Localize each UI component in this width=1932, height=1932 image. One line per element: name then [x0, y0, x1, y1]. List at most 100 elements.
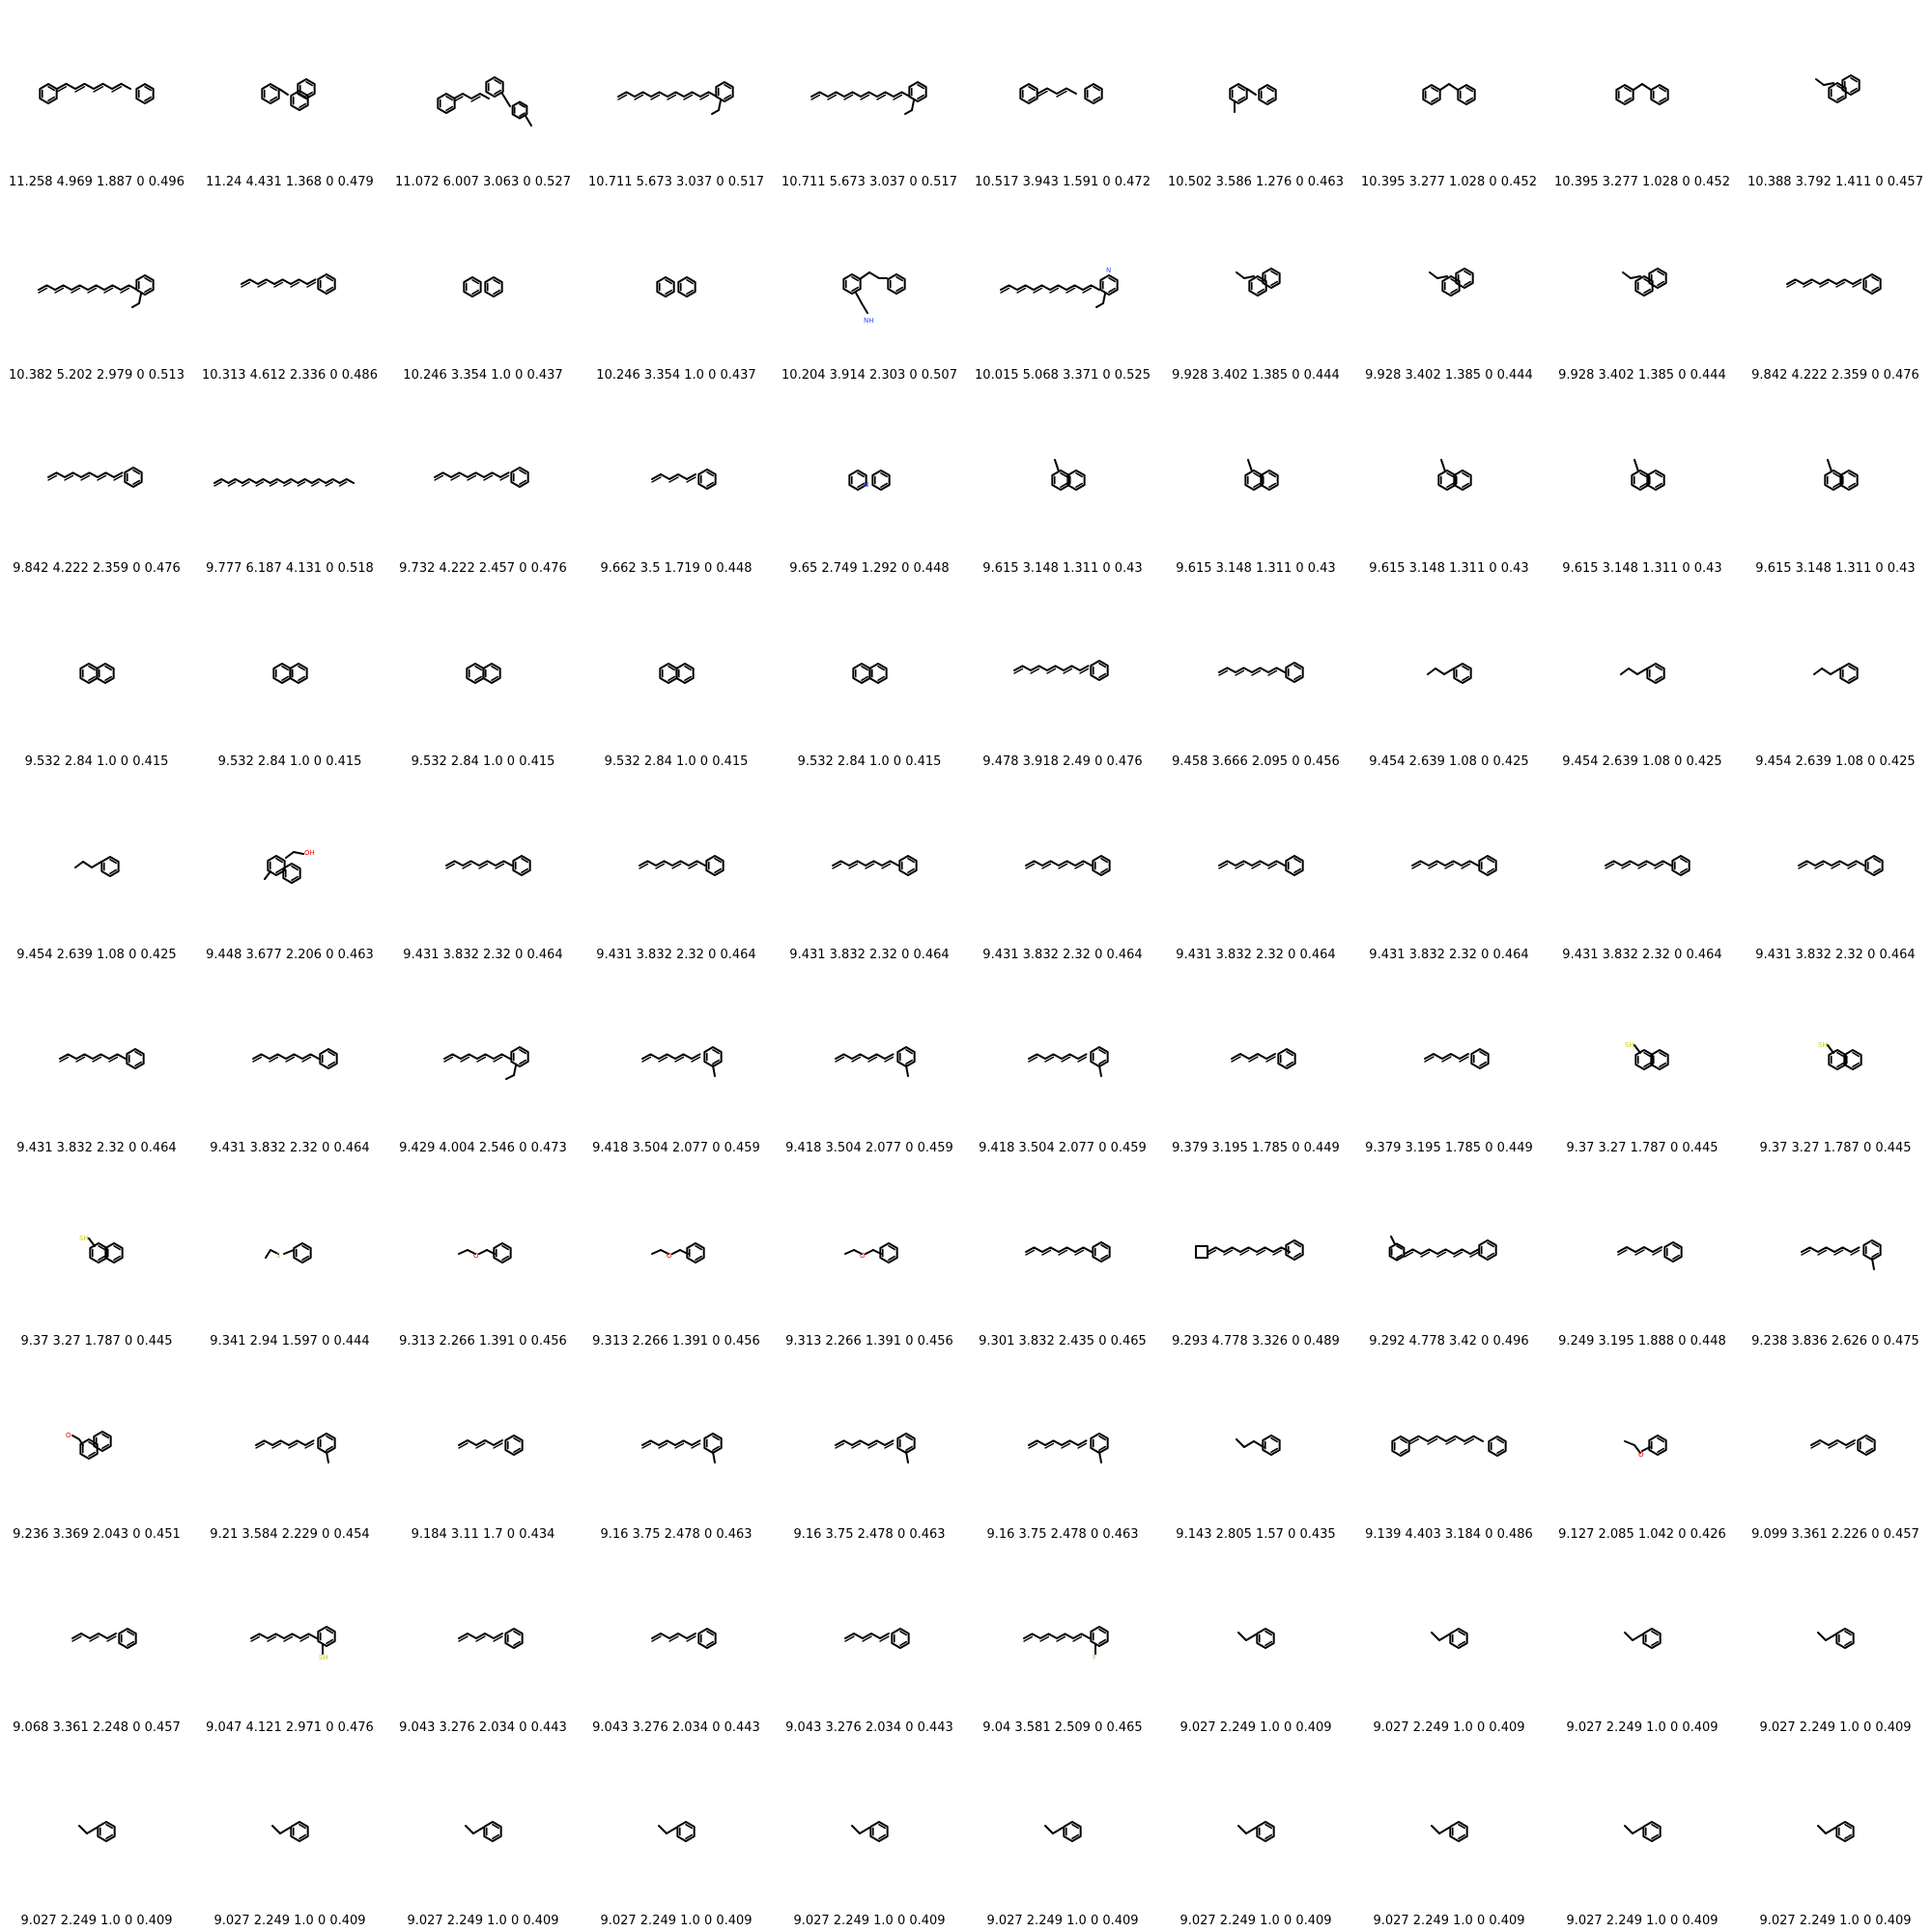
molecule-caption: 9.236 3.369 2.043 0 0.451: [13, 1527, 181, 1542]
molecule-cell: SH 9.37 3.27 1.787 0 0.445: [1739, 966, 1932, 1159]
molecule-cell: 9.454 2.639 1.08 0 0.425: [1352, 580, 1546, 773]
molecule-caption: 9.068 3.361 2.248 0 0.457: [13, 1720, 181, 1735]
molecule-cell: 9.293 4.778 3.326 0 0.489: [1159, 1159, 1352, 1352]
molecule-structure: [1624, 1821, 1662, 1842]
molecule-cell: 9.16 3.75 2.478 0 0.463: [966, 1352, 1159, 1546]
molecule-structure: [1431, 1628, 1468, 1649]
molecule-structure: S: [265, 1242, 312, 1264]
molecule-structure: [39, 82, 155, 104]
molecule-structure: [659, 663, 695, 684]
molecule-cell: 11.24 4.431 1.368 0 0.479: [193, 0, 386, 193]
molecule-structure: [1786, 273, 1882, 295]
molecule-structure: [241, 273, 336, 295]
molecule-cell: 9.043 3.276 2.034 0 0.443: [386, 1546, 580, 1739]
molecule-structure: [1605, 855, 1690, 876]
molecule-structure: [1620, 663, 1665, 684]
molecule-caption: 9.043 3.276 2.034 0 0.443: [785, 1720, 953, 1735]
molecule-structure: [1028, 1433, 1109, 1463]
svg-text:O: O: [860, 1252, 866, 1260]
molecule-grid: 11.258 4.969 1.887 0 0.496 11.24 4.431 1.…: [0, 0, 1932, 1932]
molecule-caption: 10.711 5.673 3.037 0 0.517: [781, 175, 957, 189]
molecule-caption: 9.448 3.677 2.206 0 0.463: [206, 948, 374, 962]
molecule-cell: 9.099 3.361 2.226 0 0.457: [1739, 1352, 1932, 1546]
molecule-structure: [1437, 459, 1472, 491]
molecule-structure: [1801, 1239, 1882, 1270]
molecule-cell: 9.532 2.84 1.0 0 0.415: [773, 580, 966, 773]
svg-text:NH: NH: [864, 317, 874, 325]
molecule-caption: 9.532 2.84 1.0 0 0.415: [797, 754, 942, 769]
molecule-structure: [261, 78, 316, 111]
molecule-caption: 9.027 2.249 1.0 0 0.409: [1566, 1914, 1719, 1928]
svg-text:O: O: [1638, 1451, 1644, 1459]
molecule-caption: 10.382 5.202 2.979 0 0.513: [9, 368, 185, 383]
molecule-cell: 11.072 6.007 3.063 0 0.527: [386, 0, 580, 193]
molecule-caption: 9.431 3.832 2.32 0 0.464: [210, 1141, 370, 1155]
molecule-cell: 9.027 2.249 1.0 0 0.409: [386, 1739, 580, 1932]
molecule-cell: 10.395 3.277 1.028 0 0.452: [1352, 0, 1546, 193]
molecule-caption: 10.313 4.612 2.336 0 0.486: [202, 368, 378, 383]
molecule-cell: NH 10.204 3.914 2.303 0 0.507: [773, 193, 966, 386]
molecule-cell: 9.027 2.249 1.0 0 0.409: [193, 1739, 386, 1932]
molecule-structure: [463, 276, 503, 298]
molecule-caption: 9.04 3.581 2.509 0 0.465: [982, 1720, 1143, 1735]
molecule-structure: [1195, 1239, 1304, 1261]
molecule-structure: [641, 1046, 723, 1077]
molecule-cell: 9.301 3.832 2.435 0 0.465: [966, 1159, 1159, 1352]
molecule-cell: 9.16 3.75 2.478 0 0.463: [580, 1352, 773, 1546]
molecule-structure: [1013, 660, 1109, 681]
molecule-cell: O 9.313 2.266 1.391 0 0.456: [386, 1159, 580, 1352]
molecule-caption: 9.431 3.832 2.32 0 0.464: [1176, 948, 1336, 962]
molecule-caption: 9.184 3.11 1.7 0 0.434: [411, 1527, 555, 1542]
molecule-cell: 9.454 2.639 1.08 0 0.425: [0, 773, 193, 966]
molecule-cell: 9.21 3.584 2.229 0 0.454: [193, 1352, 386, 1546]
molecule-structure: [1229, 83, 1277, 113]
molecule-cell: 11.258 4.969 1.887 0 0.496: [0, 0, 193, 193]
molecule-caption: 9.777 6.187 4.131 0 0.518: [206, 561, 374, 576]
molecule-caption: 9.615 3.148 1.311 0 0.43: [1755, 561, 1916, 576]
molecule-cell: 10.388 3.792 1.411 0 0.457: [1739, 0, 1932, 193]
molecule-structure: [1622, 268, 1667, 297]
molecule-structure: [1218, 855, 1304, 876]
molecule-caption: 9.249 3.195 1.888 0 0.448: [1558, 1334, 1726, 1349]
molecule-caption: 9.615 3.148 1.311 0 0.43: [1562, 561, 1722, 576]
molecule-cell: 9.027 2.249 1.0 0 0.409: [580, 1739, 773, 1932]
molecule-cell: N 9.65 2.749 1.292 0 0.448: [773, 386, 966, 580]
molecule-caption: 9.928 3.402 1.385 0 0.444: [1365, 368, 1533, 383]
molecule-caption: 9.379 3.195 1.785 0 0.449: [1172, 1141, 1340, 1155]
molecule-cell: 9.777 6.187 4.131 0 0.518: [193, 386, 386, 580]
molecule-cell: 9.431 3.832 2.32 0 0.464: [773, 773, 966, 966]
molecule-caption: 9.429 4.004 2.546 0 0.473: [399, 1141, 567, 1155]
molecule-structure: [458, 1435, 524, 1456]
molecule-cell: S 9.341 2.94 1.597 0 0.444: [193, 1159, 386, 1352]
molecule-cell: 9.615 3.148 1.311 0 0.43: [1159, 386, 1352, 580]
molecule-cell: 9.027 2.249 1.0 0 0.409: [1546, 1546, 1739, 1739]
molecule-cell: 9.027 2.249 1.0 0 0.409: [1739, 1739, 1932, 1932]
molecule-cell: 9.842 4.222 2.359 0 0.476: [0, 386, 193, 580]
molecule-structure: N: [848, 469, 891, 491]
molecule-cell: 9.532 2.84 1.0 0 0.415: [193, 580, 386, 773]
molecule-caption: 9.615 3.148 1.311 0 0.43: [982, 561, 1143, 576]
molecule-structure: [656, 276, 696, 298]
molecule-caption: 9.027 2.249 1.0 0 0.409: [1179, 1914, 1332, 1928]
svg-text:N: N: [864, 481, 868, 489]
molecule-cell: 9.418 3.504 2.077 0 0.459: [580, 966, 773, 1159]
molecule-caption: 9.418 3.504 2.077 0 0.459: [979, 1141, 1147, 1155]
molecule-cell: 9.379 3.195 1.785 0 0.449: [1352, 966, 1546, 1159]
molecule-cell: O 9.127 2.085 1.042 0 0.426: [1546, 1352, 1739, 1546]
molecule-caption: 11.072 6.007 3.063 0 0.527: [395, 175, 571, 189]
molecule-caption: 9.027 2.249 1.0 0 0.409: [407, 1914, 559, 1928]
molecule-structure: [458, 1628, 524, 1649]
molecule-cell: OH 9.448 3.677 2.206 0 0.463: [193, 773, 386, 966]
molecule-caption: 9.027 2.249 1.0 0 0.409: [1566, 1720, 1719, 1735]
molecule-structure: [1236, 1435, 1281, 1456]
molecule-caption: 9.478 3.918 2.49 0 0.476: [982, 754, 1143, 769]
molecule-caption: 9.027 2.249 1.0 0 0.409: [600, 1914, 753, 1928]
molecule-cell: 10.395 3.277 1.028 0 0.452: [1546, 0, 1739, 193]
molecule-caption: 9.313 2.266 1.391 0 0.456: [399, 1334, 567, 1349]
molecule-caption: 9.842 4.222 2.359 0 0.476: [1751, 368, 1919, 383]
molecule-cell: 9.143 2.805 1.57 0 0.435: [1159, 1352, 1352, 1546]
molecule-cell: 9.418 3.504 2.077 0 0.459: [773, 966, 966, 1159]
molecule-caption: 9.16 3.75 2.478 0 0.463: [986, 1527, 1139, 1542]
molecule-structure: [641, 1433, 723, 1463]
molecule-cell: 9.454 2.639 1.08 0 0.425: [1546, 580, 1739, 773]
